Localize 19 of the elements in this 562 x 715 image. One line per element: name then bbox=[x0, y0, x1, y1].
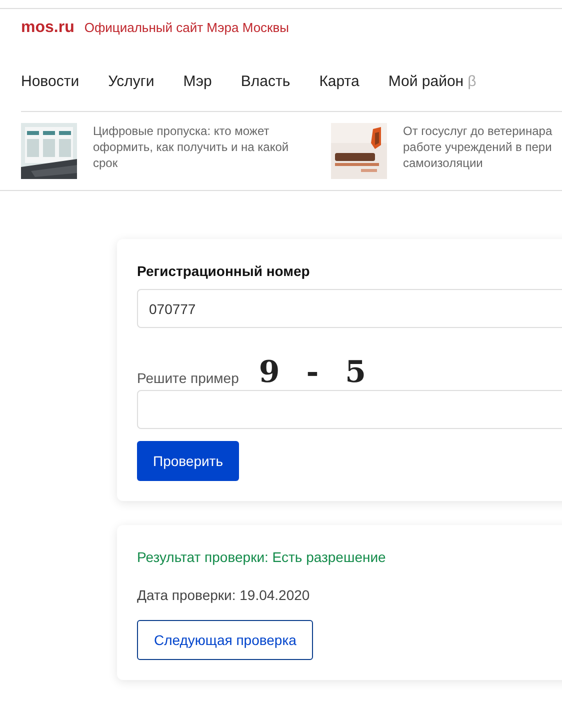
field-label: Регистрационный номер bbox=[137, 263, 311, 279]
next-check-button[interactable]: Следующая проверка bbox=[137, 620, 314, 660]
check-button[interactable]: Проверить bbox=[137, 441, 240, 481]
field-label: Решите пример bbox=[137, 370, 239, 386]
nav-link[interactable]: Услуги bbox=[108, 72, 154, 90]
site-logo[interactable]: mos.ru bbox=[21, 19, 74, 37]
news-link[interactable]: Цифровые пропуска: кто может оформить, как получить и на какой срок bbox=[93, 123, 289, 179]
check-date: Дата проверки: 19.04.2020 bbox=[137, 587, 311, 603]
nav-link[interactable]: Новости bbox=[21, 72, 80, 90]
registration-number-field[interactable]: 070777 bbox=[137, 289, 562, 328]
answer-field[interactable] bbox=[137, 390, 562, 429]
nav-link[interactable]: Карта bbox=[319, 72, 360, 90]
nav-link[interactable]: Власть bbox=[240, 72, 290, 90]
result-status: Результат проверки: Есть разрешение bbox=[137, 549, 387, 565]
captcha-image: 9 - 5 bbox=[258, 358, 375, 388]
nav-link[interactable]: Мой район β bbox=[388, 72, 476, 90]
news-link[interactable]: От госуслуг до ветеринара работе учреждений в пери самоизоляции bbox=[403, 123, 552, 179]
nav-link[interactable]: Мэр bbox=[183, 72, 212, 90]
site-tagline: Официальный сайт Мэра Москвы bbox=[84, 20, 289, 35]
